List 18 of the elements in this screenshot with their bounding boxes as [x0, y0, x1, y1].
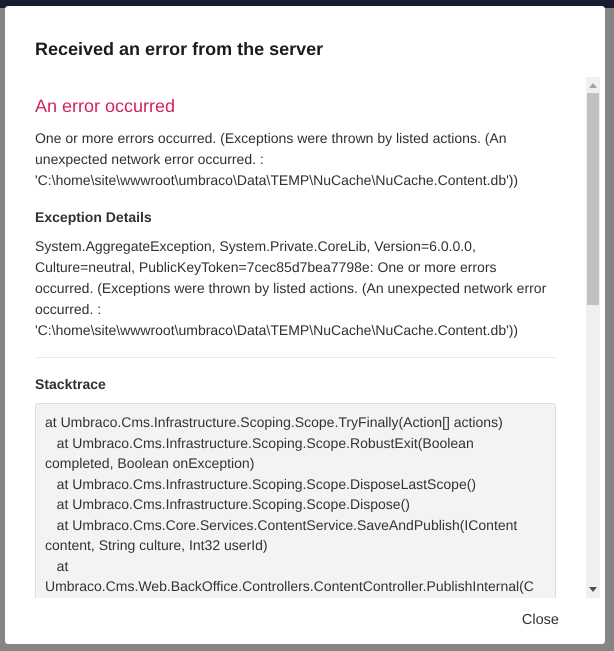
scrollbar-thumb[interactable]	[587, 93, 599, 305]
section-heading: Stacktrace	[35, 375, 107, 394]
stacktrace-line: Umbraco.Cms.Web.BackOffice.Controllers.ContentController.PublishInternal(C	[45, 577, 535, 596]
stacktrace-line: at Umbraco.Cms.Infrastructure.Scoping.Scope.TryFinally(Action[] actions)	[45, 413, 504, 432]
error-heading: An error occurred	[35, 95, 176, 118]
scroll-down-icon[interactable]	[589, 587, 597, 592]
stacktrace-line: at Umbraco.Cms.Infrastructure.Scoping.Scope.RobustExit(Boolean completed, Boolean onException)	[45, 434, 475, 473]
error-message: One or more errors occurred. (Exceptions were thrown by listed actions. (An unexpected network error occurred. : 'C:\home\site\wwwroot\umbraco\Data\TEMP\NuCache\NuCache.Content.db'))	[35, 129, 520, 190]
dialog-title: Received an error from the server	[34, 38, 324, 61]
exception-details: System.AggregateException, System.Private.CoreLib, Version=6.0.0.0, Culture=neutral, PublicKeyToken=7cec85d7bea7798e: One or more errors occurred. (Exceptions were thrown by listed actions. (An unexpected network error occurred. : 'C:\home\site\wwwroot\umbraco\Data\TEMP\NuCache\NuCache.Content.db'))	[35, 237, 548, 340]
stacktrace-line: at Umbraco.Cms.Infrastructure.Scoping.Scope.DisposeLastScope()	[56, 474, 478, 494]
scrollbar[interactable]	[586, 77, 600, 598]
section-heading: Exception Details	[35, 208, 153, 227]
stacktrace-line: at	[56, 556, 70, 576]
stacktrace-line: at Umbraco.Cms.Core.Services.ContentService.SaveAndPublish(IContent content, String culture, Int32 userId)	[45, 516, 518, 555]
scroll-up-icon[interactable]	[589, 83, 597, 88]
stacktrace-line: at Umbraco.Cms.Infrastructure.Scoping.Scope.Dispose()	[56, 495, 411, 514]
close-button[interactable]: Close	[520, 608, 561, 634]
